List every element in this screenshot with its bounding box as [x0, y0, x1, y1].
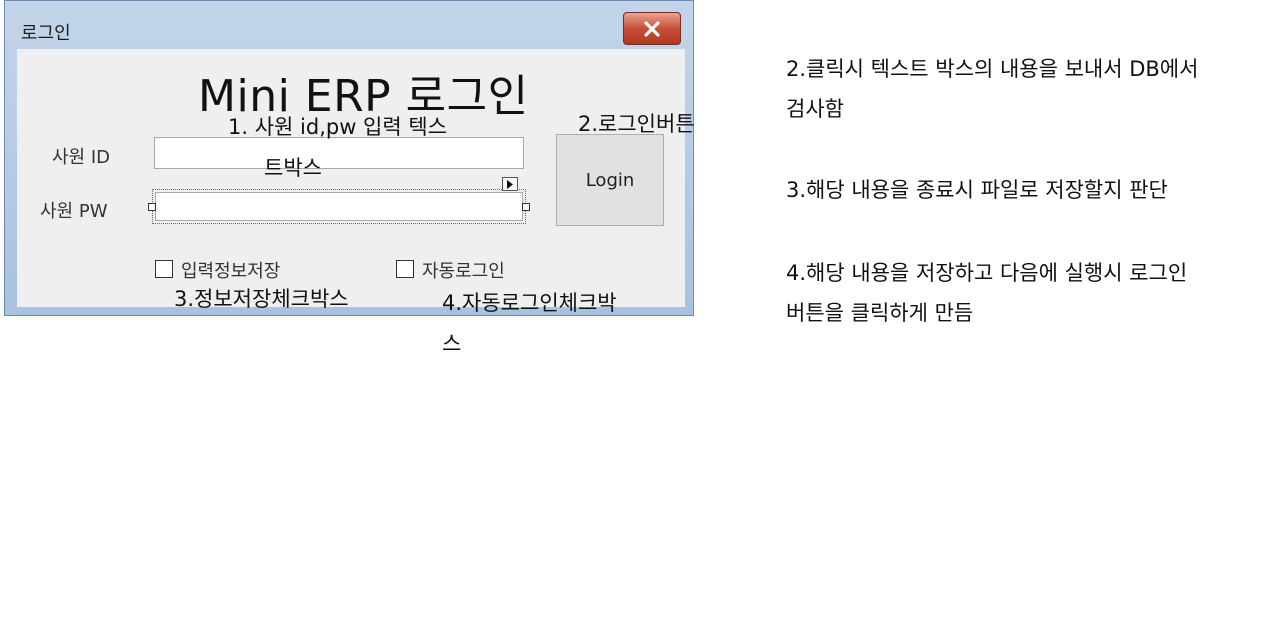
close-icon	[644, 20, 660, 37]
save-info-checkbox[interactable]	[155, 260, 173, 278]
employee-id-label: 사원 ID	[52, 147, 111, 168]
save-check-annotation: 3.정보저장체크박스	[174, 287, 349, 311]
resize-handle-left[interactable]	[148, 203, 156, 211]
auto-check-annotation-line2: 스	[442, 332, 462, 356]
employee-pw-input[interactable]	[155, 192, 523, 221]
employee-pw-label: 사원 PW	[40, 201, 108, 222]
textbox-annotation-line2: 트박스	[264, 156, 322, 180]
title-bar[interactable]: 로그인	[5, 1, 693, 49]
resize-handle-right[interactable]	[522, 203, 530, 211]
note-2-line1: 2.클릭시 텍스트 박스의 내용을 보내서 DB에서	[786, 57, 1199, 81]
auto-login-label[interactable]: 자동로그인	[422, 257, 505, 283]
note-4-line1: 4.해당 내용을 저장하고 다음에 실행시 로그인	[786, 261, 1188, 285]
note-3: 3.해당 내용을 종료시 파일로 저장할지 판단	[786, 178, 1168, 202]
login-button[interactable]: Login	[556, 134, 664, 226]
note-2-line2: 검사함	[786, 97, 844, 121]
note-4-line2: 버튼을 클릭하게 만듬	[786, 301, 974, 325]
button-annotation: 2.로그인버튼	[578, 112, 695, 136]
close-button[interactable]	[623, 12, 681, 45]
smart-tag-button[interactable]	[502, 177, 518, 191]
smart-tag-arrow-icon	[507, 179, 513, 189]
auto-login-checkbox[interactable]	[396, 260, 414, 278]
window-title: 로그인	[21, 23, 71, 44]
textbox-annotation-line1: 1. 사원 id,pw 입력 텍스	[228, 115, 448, 139]
auto-check-annotation-line1: 4.자동로그인체크박	[442, 291, 617, 315]
